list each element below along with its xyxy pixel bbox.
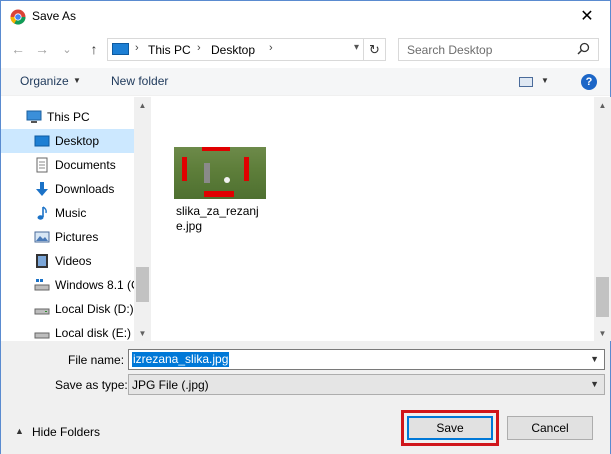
scroll-up-icon[interactable]: ▲ bbox=[594, 97, 611, 113]
sidebar-item-label: Windows 8.1 (C bbox=[55, 278, 140, 292]
save-button[interactable]: Save bbox=[407, 416, 493, 440]
file-item[interactable]: slika_za_rezanje.jpg bbox=[172, 147, 268, 237]
organize-button[interactable]: Organize bbox=[20, 74, 69, 88]
close-button[interactable]: ✕ bbox=[564, 1, 610, 31]
search-input[interactable]: Search Desktop bbox=[398, 38, 599, 61]
new-folder-button[interactable]: New folder bbox=[111, 74, 168, 88]
navigation-scrollbar[interactable]: ▲ ▼ bbox=[134, 97, 151, 341]
sidebar-item-downloads[interactable]: Downloads bbox=[1, 177, 134, 201]
cancel-button[interactable]: Cancel bbox=[507, 416, 593, 440]
file-name-label: File name: bbox=[68, 353, 125, 367]
hide-folders-label: Hide Folders bbox=[32, 425, 101, 439]
window-title: Save As bbox=[32, 9, 77, 23]
title-bar: Save As ✕ bbox=[1, 1, 610, 32]
navigation-bar: ← → ⌄ ↑ › This PC › Desktop › ▾ ↻ Search… bbox=[1, 34, 610, 64]
address-history-dropdown[interactable]: ▾ bbox=[354, 42, 359, 53]
documents-icon bbox=[36, 157, 48, 173]
desktop-icon bbox=[34, 135, 50, 147]
scroll-down-icon[interactable]: ▼ bbox=[594, 325, 611, 341]
drive-icon bbox=[34, 308, 50, 315]
file-list[interactable]: slika_za_rezanje.jpg bbox=[152, 97, 594, 341]
sidebar-item-label: Music bbox=[55, 206, 87, 220]
sidebar-item-label: This PC bbox=[47, 110, 90, 124]
chevron-down-icon: ▼ bbox=[73, 76, 81, 85]
breadcrumb-separator-icon: › bbox=[269, 42, 273, 54]
scrollbar-thumb[interactable] bbox=[596, 277, 609, 317]
help-button[interactable]: ? bbox=[581, 74, 597, 90]
chrome-icon bbox=[10, 9, 26, 25]
sidebar-item-this-pc[interactable]: This PC bbox=[1, 105, 134, 129]
sidebar-item-label: Documents bbox=[55, 158, 116, 172]
save-as-dialog: Save As ✕ ← → ⌄ ↑ › This PC › Desktop › … bbox=[0, 0, 611, 454]
forward-arrow-icon: → bbox=[35, 41, 49, 57]
sidebar-item-local-disk-e[interactable]: Local disk (E:) bbox=[1, 321, 134, 341]
pc-icon bbox=[26, 110, 42, 123]
sidebar-item-label: Videos bbox=[55, 254, 92, 268]
forward-button[interactable]: → bbox=[33, 38, 51, 60]
search-icon bbox=[577, 42, 590, 55]
sidebar-item-videos[interactable]: Videos bbox=[1, 249, 134, 273]
sidebar-item-windows-drive[interactable]: Windows 8.1 (C bbox=[1, 273, 140, 297]
downloads-icon bbox=[36, 182, 48, 196]
scroll-down-icon[interactable]: ▼ bbox=[134, 325, 151, 341]
search-placeholder: Search Desktop bbox=[407, 43, 493, 57]
breadcrumb-separator-icon: › bbox=[135, 42, 139, 54]
back-button[interactable]: ← bbox=[9, 38, 27, 60]
sidebar-item-documents[interactable]: Documents bbox=[1, 153, 134, 177]
pictures-icon bbox=[34, 231, 50, 243]
sidebar-item-pictures[interactable]: Pictures bbox=[1, 225, 134, 249]
refresh-icon: ↻ bbox=[369, 41, 380, 57]
drive-icon bbox=[34, 332, 50, 339]
view-options-dropdown[interactable]: ▼ bbox=[541, 76, 549, 85]
drive-icon bbox=[34, 279, 50, 291]
up-button[interactable]: ↑ bbox=[85, 38, 103, 60]
sidebar-item-label: Pictures bbox=[55, 230, 99, 244]
breadcrumb-this-pc[interactable]: This PC bbox=[148, 43, 191, 57]
videos-icon bbox=[36, 254, 48, 268]
address-bar[interactable]: › This PC › Desktop › ▾ ↻ bbox=[107, 38, 386, 61]
close-icon: ✕ bbox=[580, 8, 594, 25]
file-name-value: izrezana_slika.jpg bbox=[132, 352, 230, 367]
chevron-down-icon: ▼ bbox=[590, 379, 599, 389]
recent-locations-button[interactable]: ⌄ bbox=[58, 38, 76, 60]
navigation-pane: This PC Desktop Documents Downloads Musi… bbox=[1, 97, 151, 341]
sidebar-item-label: Local disk (E:) bbox=[55, 326, 132, 340]
sidebar-item-local-disk-d[interactable]: Local Disk (D:) bbox=[1, 297, 134, 321]
help-icon: ? bbox=[585, 76, 593, 88]
up-arrow-icon: ↑ bbox=[90, 41, 98, 57]
scroll-up-icon[interactable]: ▲ bbox=[134, 97, 151, 113]
image-thumbnail bbox=[174, 147, 266, 199]
breadcrumb-desktop[interactable]: Desktop bbox=[211, 43, 255, 57]
save-as-type-label: Save as type: bbox=[55, 378, 128, 392]
file-list-scrollbar[interactable]: ▲ ▼ bbox=[594, 97, 611, 341]
save-options-panel: File name: izrezana_slika.jpg ▼ Save as … bbox=[1, 341, 610, 454]
sidebar-item-label: Local Disk (D:) bbox=[55, 302, 134, 316]
sidebar-item-music[interactable]: Music bbox=[1, 201, 134, 225]
music-icon bbox=[37, 206, 47, 220]
command-toolbar: Organize ▼ New folder ▼ ? bbox=[1, 68, 610, 96]
file-name: slika_za_rezanje.jpg bbox=[176, 204, 259, 233]
sidebar-item-label: Downloads bbox=[55, 182, 115, 196]
save-as-type-value: JPG File (.jpg) bbox=[132, 378, 209, 392]
back-arrow-icon: ← bbox=[11, 41, 25, 57]
save-as-type-select[interactable]: JPG File (.jpg) ▼ bbox=[128, 374, 605, 395]
chevron-down-icon: ⌄ bbox=[62, 43, 72, 56]
pc-icon bbox=[112, 43, 129, 55]
sidebar-item-desktop[interactable]: Desktop bbox=[1, 129, 134, 153]
file-name-input[interactable]: izrezana_slika.jpg ▼ bbox=[128, 349, 605, 370]
change-view-button[interactable] bbox=[519, 77, 533, 87]
refresh-button[interactable]: ↻ bbox=[363, 39, 385, 60]
sidebar-item-label: Desktop bbox=[55, 134, 100, 148]
chevron-down-icon[interactable]: ▼ bbox=[590, 354, 599, 364]
scrollbar-thumb[interactable] bbox=[136, 267, 149, 302]
chevron-up-icon: ▲ bbox=[15, 426, 24, 436]
breadcrumb-separator-icon: › bbox=[197, 42, 201, 54]
